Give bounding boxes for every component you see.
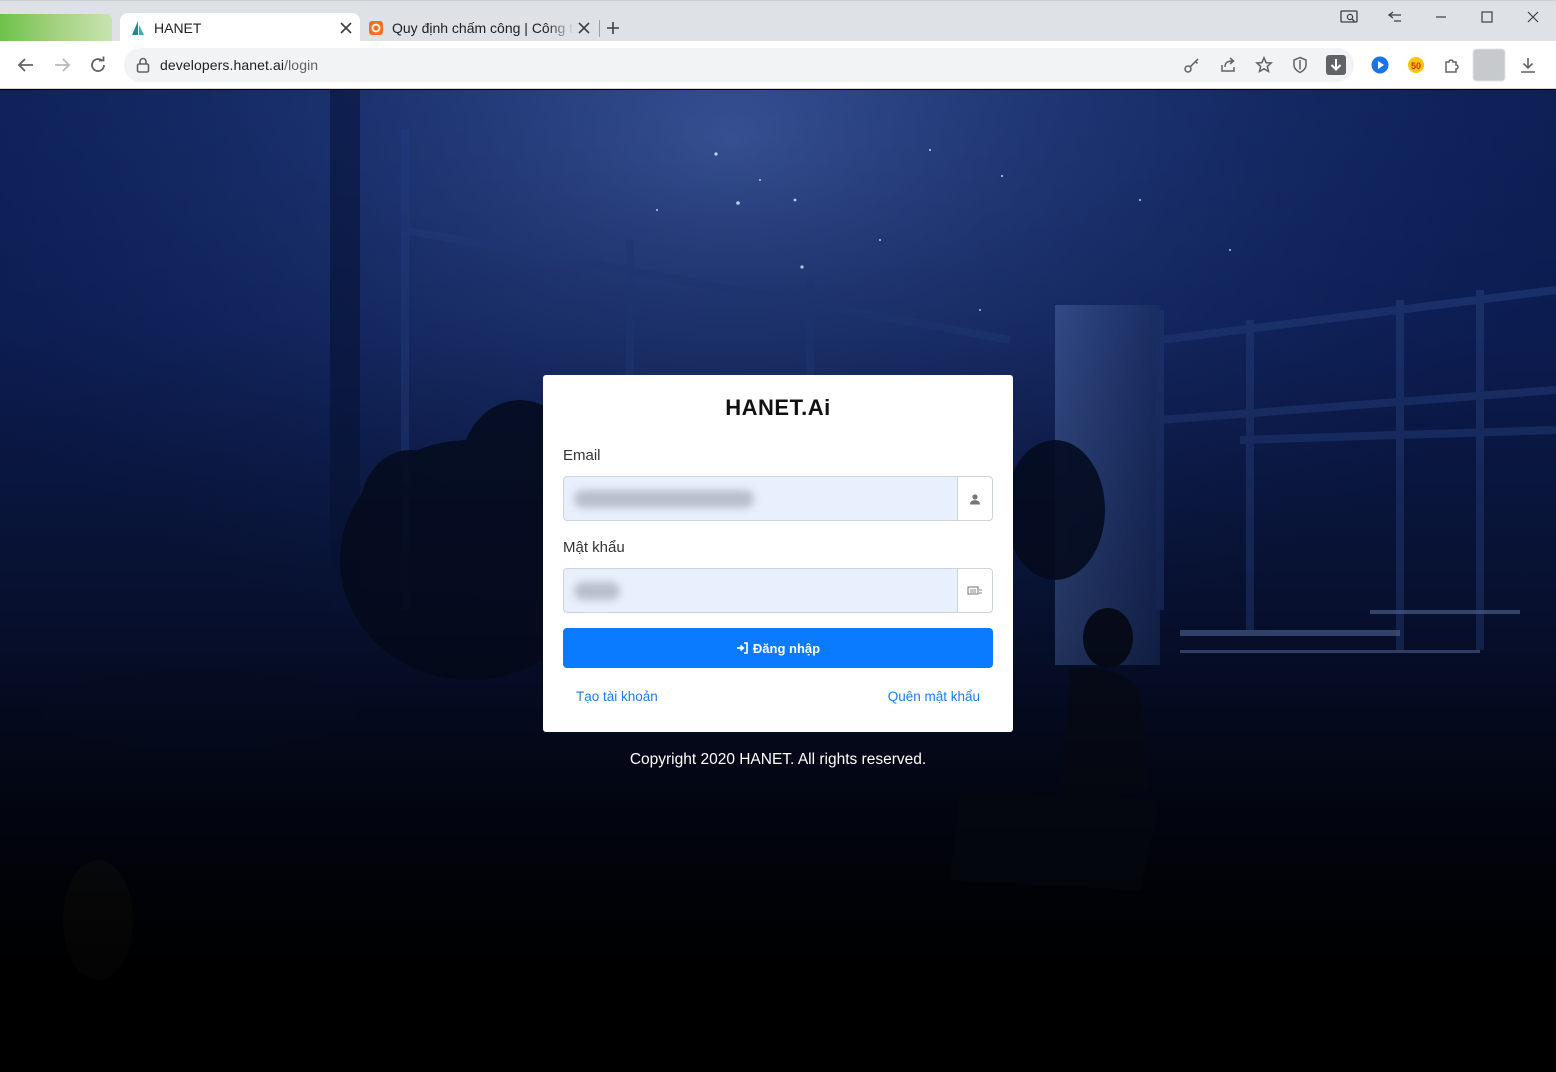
tab-search-icon[interactable] xyxy=(1336,7,1362,27)
url-text[interactable]: developers.hanet.ai/login xyxy=(160,57,318,73)
shield-icon[interactable] xyxy=(1288,53,1312,77)
password-label: Mật khẩu xyxy=(563,539,625,556)
minimize-icon[interactable] xyxy=(1428,7,1454,27)
download-extension-icon[interactable] xyxy=(1324,53,1348,77)
email-field[interactable] xyxy=(563,476,993,521)
login-button[interactable]: Đăng nhập xyxy=(563,628,993,668)
new-tab-icon[interactable] xyxy=(602,17,624,39)
blue-play-extension-icon[interactable] xyxy=(1368,53,1392,77)
forward-arrow-icon[interactable] xyxy=(50,53,74,77)
user-icon xyxy=(957,477,992,520)
close-icon[interactable] xyxy=(574,18,594,38)
login-card: HANET.Ai Email Mật khẩu Đăng nhập Tạo tà… xyxy=(543,375,1013,732)
create-account-link[interactable]: Tạo tài khoản xyxy=(576,689,658,704)
hanet-sail-icon xyxy=(130,20,146,36)
tab-title: Quy định chấm công | Công ty xyxy=(392,19,574,36)
password-field[interactable] xyxy=(563,568,993,613)
profile-avatar[interactable] xyxy=(1473,49,1505,81)
url-path: /login xyxy=(284,57,319,73)
profile-tab-group[interactable] xyxy=(0,14,112,42)
tab-title: HANET xyxy=(154,19,202,36)
address-bar[interactable]: developers.hanet.ai/login xyxy=(124,48,1354,82)
lock-icon[interactable] xyxy=(136,57,150,78)
login-page: HANET.Ai Email Mật khẩu Đăng nhập Tạo tà… xyxy=(0,90,1556,1072)
extensions-puzzle-icon[interactable] xyxy=(1440,53,1464,77)
bookmark-star-icon[interactable] xyxy=(1252,53,1276,77)
keyboard-icon[interactable] xyxy=(957,569,992,612)
back-forward-history-icon[interactable] xyxy=(1382,7,1408,27)
password-input[interactable] xyxy=(564,569,959,612)
sale-extension-icon[interactable]: 50 xyxy=(1404,53,1428,77)
reload-icon[interactable] xyxy=(86,53,110,77)
back-arrow-icon[interactable] xyxy=(14,53,38,77)
svg-text:50: 50 xyxy=(1411,61,1421,71)
downloads-icon[interactable] xyxy=(1516,53,1540,77)
hanet-logo: HANET.Ai xyxy=(725,395,831,420)
close-window-icon[interactable] xyxy=(1520,7,1546,27)
tab-hanet[interactable]: HANET xyxy=(120,13,360,42)
key-icon[interactable] xyxy=(1180,53,1204,77)
email-label: Email xyxy=(563,447,601,464)
maximize-icon[interactable] xyxy=(1474,7,1500,27)
share-icon[interactable] xyxy=(1216,53,1240,77)
url-host: developers.hanet.ai xyxy=(160,57,285,73)
orange-app-icon xyxy=(368,20,384,36)
forgot-password-link[interactable]: Quên mật khẩu xyxy=(888,689,980,704)
tab-separator xyxy=(599,20,600,37)
tab-quy-dinh[interactable]: Quy định chấm công | Công ty xyxy=(362,13,598,42)
email-input[interactable] xyxy=(564,477,959,520)
sign-in-icon xyxy=(736,642,748,654)
login-button-label: Đăng nhập xyxy=(752,640,821,656)
copyright-text: Copyright 2020 HANET. All rights reserve… xyxy=(629,751,927,768)
close-icon[interactable] xyxy=(336,18,356,38)
browser-toolbar: developers.hanet.ai/login 50 xyxy=(0,41,1556,89)
tab-strip: HANET Quy định chấm công | Công ty xyxy=(0,0,1556,42)
